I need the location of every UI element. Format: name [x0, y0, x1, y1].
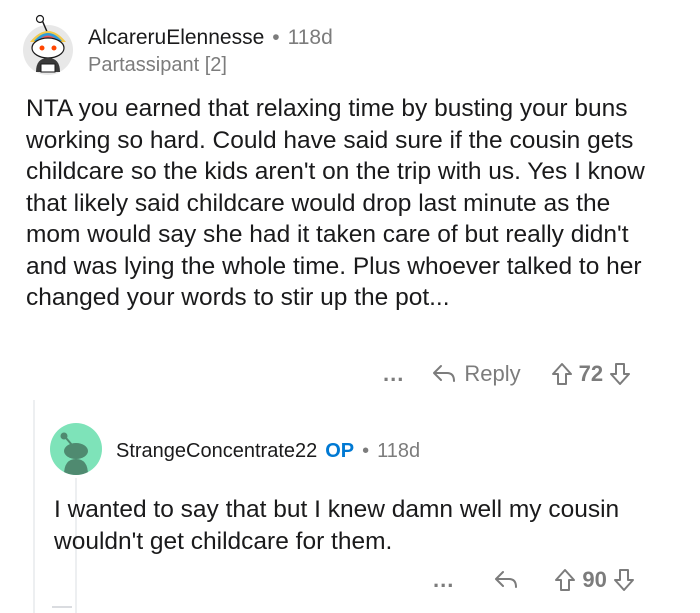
upvote-icon[interactable] [551, 362, 573, 386]
downvote-icon[interactable] [609, 362, 631, 386]
comment-age: 118d [377, 440, 421, 462]
vote-score: 90 [582, 567, 607, 592]
comment-body: NTA you earned that relaxing time by bus… [26, 95, 645, 311]
reply-label: Reply [464, 361, 521, 386]
reply-button[interactable]: Reply [432, 361, 521, 387]
op-badge: OP [325, 440, 355, 462]
comment-age: 118d [287, 26, 333, 49]
comment-body: I wanted to say that but I knew damn wel… [54, 496, 620, 555]
comment-actions: ... 90 [433, 566, 635, 594]
separator-dot: • [272, 26, 280, 49]
more-options-button[interactable]: ... [433, 569, 454, 591]
snoo-avatar-icon [23, 14, 73, 75]
avatar[interactable] [20, 14, 76, 76]
username[interactable]: AlcareruElennesse [88, 26, 264, 50]
snoo-silhouette-icon [60, 432, 88, 475]
user-flair: Partassipant [2] [88, 54, 227, 76]
vote-score: 72 [578, 361, 604, 386]
avatar[interactable] [50, 423, 102, 475]
more-options-button[interactable]: ... [383, 363, 404, 385]
vote-controls: 72 [551, 361, 631, 387]
username[interactable]: StrangeConcentrate22 [116, 440, 317, 463]
upvote-icon[interactable] [554, 568, 576, 592]
reply-icon [495, 571, 518, 588]
reply-icon [433, 365, 456, 382]
vote-controls: 90 [554, 567, 634, 593]
comment-actions: ... Reply 72 [383, 360, 631, 388]
reply-button[interactable] [494, 569, 518, 591]
collapsed-thread-indicator [52, 606, 72, 608]
comment-meta: StrangeConcentrate22 OP • 118d [116, 440, 420, 463]
downvote-icon[interactable] [613, 568, 635, 592]
comment-meta: AlcareruElennesse • 118d [88, 26, 333, 50]
comment: AlcareruElennesse • 118d Partassipant [2… [0, 0, 700, 400]
separator-dot: • [362, 440, 370, 462]
